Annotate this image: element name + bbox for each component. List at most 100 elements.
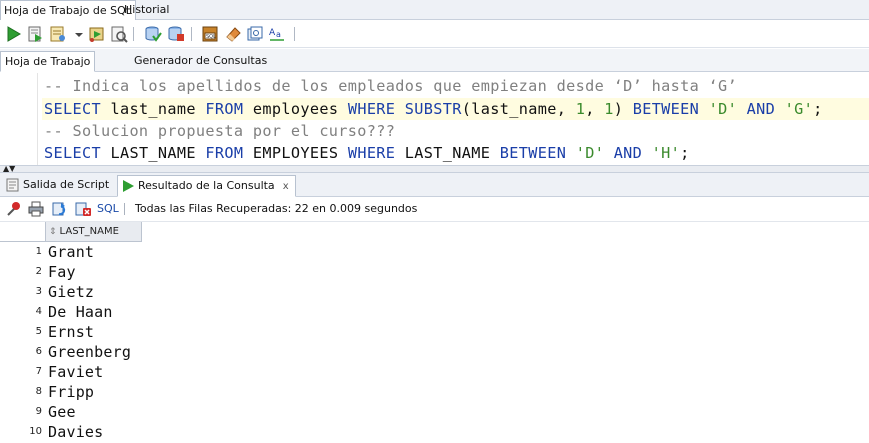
panel-splitter[interactable]: ▲▼ — [0, 165, 869, 173]
last-name-cell[interactable]: Grant — [48, 242, 94, 262]
table-row[interactable]: 2 Fay — [0, 262, 142, 282]
sql-text: , — [585, 100, 605, 118]
table-row[interactable]: 4 De Haan — [0, 302, 142, 322]
sql-text: ; — [680, 144, 690, 162]
sql-keyword: FROM — [205, 100, 244, 118]
sql-keyword: FROM — [205, 144, 244, 162]
table-row[interactable]: 10 Davies — [0, 422, 142, 442]
sql-text: employees — [243, 100, 348, 118]
autotrace-icon[interactable] — [88, 25, 106, 43]
cancel-query-icon[interactable] — [75, 201, 91, 217]
sql-string: 'D' — [575, 144, 605, 162]
sql-string: 'G' — [784, 100, 814, 118]
unshared-sql-icon[interactable]: SQL — [201, 25, 219, 43]
last-name-cell[interactable]: Davies — [48, 422, 103, 442]
table-row[interactable]: 5 Ernst — [0, 322, 142, 342]
tab-script-output-label: Salida de Script — [23, 178, 110, 191]
sql-keyword: WHERE — [347, 100, 396, 118]
row-number: 5 — [35, 326, 42, 337]
sql-editor[interactable]: -- Indica los apellidos de los empleados… — [0, 73, 869, 165]
table-row[interactable]: 3 Gietz — [0, 282, 142, 302]
sql-string: 'H' — [651, 144, 681, 162]
pin-icon[interactable] — [6, 201, 22, 217]
sql-keyword: SELECT — [44, 100, 101, 118]
row-number: 3 — [35, 286, 42, 297]
sql-text: LAST_NAME — [395, 144, 500, 162]
svg-text:A: A — [269, 28, 276, 38]
rollback-icon[interactable] — [167, 25, 185, 43]
sort-icon[interactable]: ⇕ — [49, 227, 57, 237]
last-name-cell[interactable]: Ernst — [48, 322, 94, 342]
print-icon[interactable] — [28, 201, 44, 217]
tab-query-result[interactable]: Resultado de la Consulta x — [117, 175, 296, 197]
sql-function: SUBSTR — [404, 100, 462, 118]
sql-keyword: AND — [746, 100, 776, 118]
dropdown-arrow-icon[interactable] — [70, 25, 83, 43]
column-header-last-name[interactable]: ⇕ LAST_NAME — [45, 222, 142, 242]
change-case-icon[interactable]: Aa — [268, 25, 286, 43]
last-name-cell[interactable]: De Haan — [48, 302, 113, 322]
code-line-sql-2[interactable]: SELECT LAST_NAME FROM EMPLOYEES WHERE LA… — [44, 142, 690, 164]
table-row[interactable]: 9 Gee — [0, 402, 142, 422]
splitter-arrows-icon[interactable]: ▲▼ — [3, 165, 15, 173]
last-name-cell[interactable]: Greenberg — [48, 342, 131, 362]
svg-text:a: a — [276, 30, 281, 39]
document-tab-bar: Hoja de Trabajo de SQL Historial — [0, 0, 869, 21]
sql-text: LAST_NAME — [100, 144, 206, 162]
sql-number: 1 — [604, 100, 614, 118]
table-row[interactable]: 8 Fripp — [0, 382, 142, 402]
clear-eraser-icon[interactable] — [224, 25, 242, 43]
sql-keyword: AND — [613, 144, 643, 162]
tab-script-output[interactable]: Salida de Scriptx — [3, 175, 129, 197]
last-name-cell[interactable]: Faviet — [48, 362, 103, 382]
last-name-cell[interactable]: Gietz — [48, 282, 94, 302]
last-name-cell[interactable]: Fripp — [48, 382, 94, 402]
row-number: 10 — [29, 426, 42, 437]
sql-button[interactable]: SQL — [97, 202, 119, 215]
run-statement-icon[interactable] — [4, 25, 22, 43]
svg-text:SQL: SQL — [206, 34, 216, 40]
run-script-icon[interactable] — [26, 25, 44, 43]
code-line-comment-1[interactable]: -- Indica los apellidos de los empleados… — [44, 75, 737, 97]
sql-string: 'D' — [708, 100, 738, 118]
tab-worksheet[interactable]: Hoja de Trabajo — [0, 51, 96, 72]
explain-plan-icon[interactable] — [49, 25, 67, 43]
tab-sql-worksheet[interactable]: Hoja de Trabajo de SQL — [0, 0, 136, 21]
refresh-icon[interactable] — [52, 201, 68, 217]
tab-query-builder[interactable]: Generador de Consultas — [130, 51, 271, 72]
close-icon[interactable]: x — [283, 181, 289, 192]
result-grid[interactable]: ⇕ LAST_NAME 1 Grant 2 Fay 3 Gietz 4 De Haan 5 Erns… — [0, 222, 869, 443]
row-number: 9 — [35, 406, 42, 417]
tab-history[interactable]: Historial — [121, 0, 172, 20]
script-output-icon — [6, 178, 19, 192]
sql-text: (last_name, — [461, 100, 576, 118]
format-sql-icon[interactable] — [246, 25, 264, 43]
worksheet-mode-tabs: Hoja de Trabajo Generador de Consultas — [0, 49, 869, 72]
table-row[interactable]: 7 Faviet — [0, 362, 142, 382]
line-gutter — [0, 73, 38, 165]
sql-keyword: WHERE — [347, 144, 396, 162]
code-line-comment-2[interactable]: -- Solucion propuesta por el curso??? — [44, 120, 395, 142]
result-toolbar: SQL Todas las Filas Recuperadas: 22 en 0… — [0, 197, 869, 222]
sql-text: ) — [613, 100, 633, 118]
sql-tuning-icon[interactable] — [110, 25, 128, 43]
sql-text: ; — [813, 100, 823, 118]
table-row[interactable]: 6 Greenberg — [0, 342, 142, 362]
commit-icon[interactable] — [144, 25, 162, 43]
result-tab-bar: Salida de Scriptx Resultado de la Consul… — [0, 173, 869, 197]
row-number: 1 — [35, 246, 42, 257]
last-name-cell[interactable]: Fay — [48, 262, 76, 282]
last-name-cell[interactable]: Gee — [48, 402, 76, 422]
table-row[interactable]: 1 Grant — [0, 242, 142, 262]
code-line-sql-1[interactable]: SELECT last_name FROM employees WHERE SU… — [42, 98, 869, 120]
sql-text: EMPLOYEES — [243, 144, 348, 162]
sql-keyword: BETWEEN — [632, 100, 700, 118]
row-number: 6 — [35, 346, 42, 357]
query-result-icon — [123, 180, 134, 192]
